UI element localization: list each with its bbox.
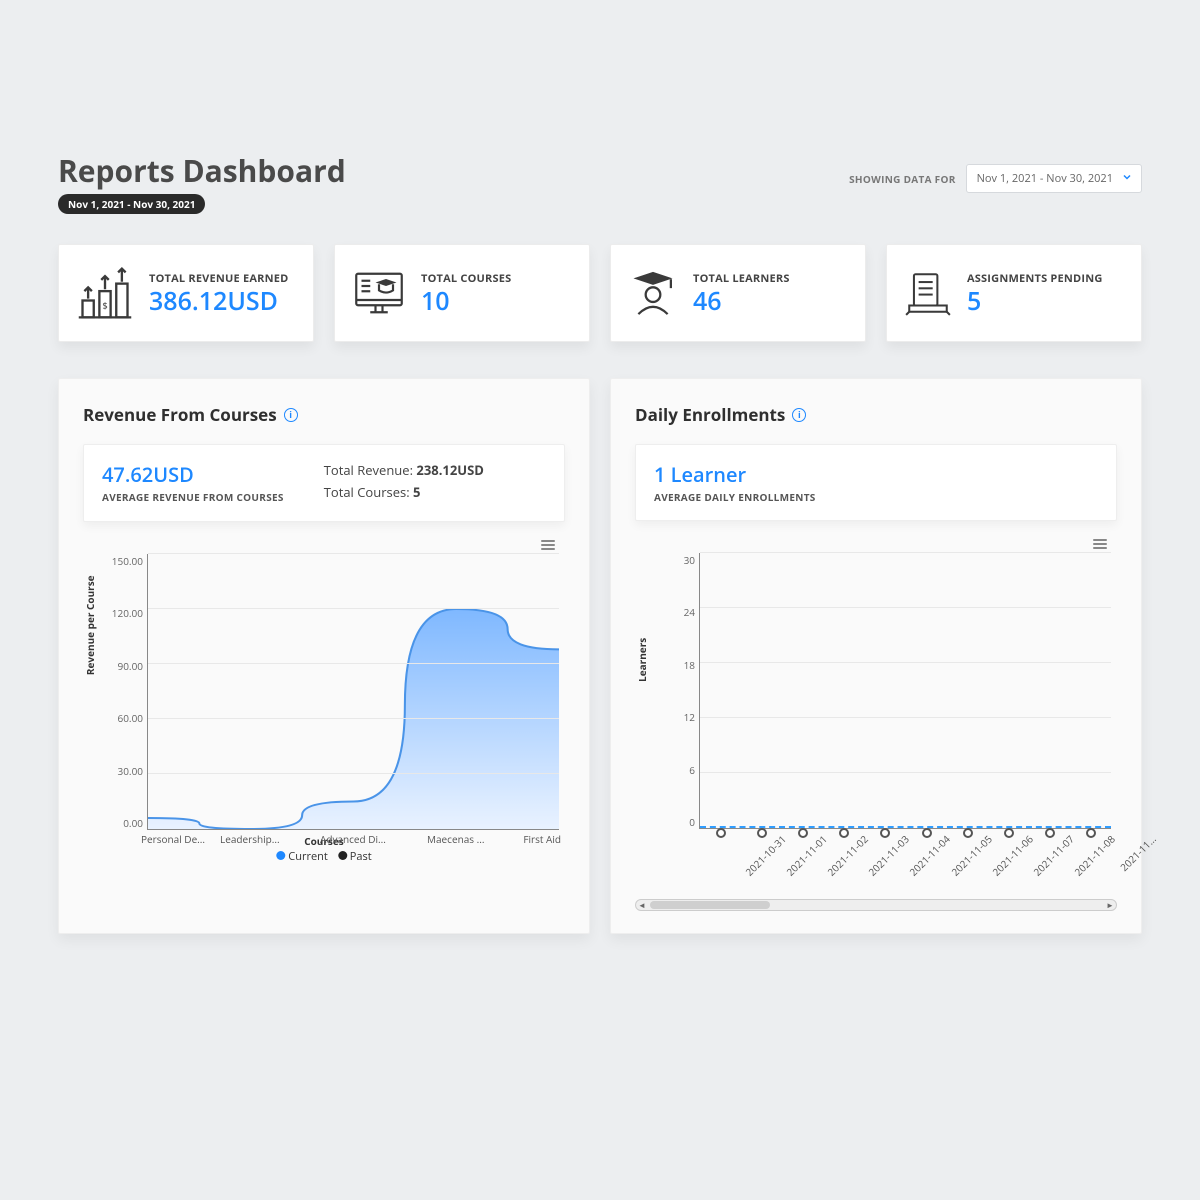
enrollments-chart: Learners 3024181260 2021-10-312021-11-01… bbox=[635, 539, 1117, 869]
chart-menu-icon[interactable] bbox=[541, 538, 555, 552]
yaxis-label: Learners bbox=[635, 638, 649, 682]
stat-value: 46 bbox=[693, 288, 790, 314]
panel-daily-enrollments: Daily Enrollments i 1 Learner AVERAGE DA… bbox=[610, 378, 1142, 934]
monitor-graduation-icon bbox=[351, 265, 407, 321]
panel-title-text: Daily Enrollments bbox=[635, 403, 785, 426]
info-icon[interactable]: i bbox=[284, 408, 298, 422]
stat-label: ASSIGNMENTS PENDING bbox=[967, 271, 1103, 286]
total-revenue-label: Total Revenue: bbox=[324, 461, 413, 479]
horizontal-scrollbar[interactable]: ◄ ► bbox=[635, 899, 1117, 911]
date-range-select[interactable]: Nov 1, 2021 - Nov 30, 2021 bbox=[966, 164, 1142, 193]
total-courses-label: Total Courses: bbox=[324, 483, 410, 501]
stat-total-learners[interactable]: TOTAL LEARNERS 46 bbox=[610, 244, 866, 342]
total-revenue-value: 238.12USD bbox=[416, 461, 483, 479]
avg-enrollments-label: AVERAGE DAILY ENROLLMENTS bbox=[654, 490, 816, 504]
learner-icon bbox=[627, 267, 679, 319]
stat-value: 386.12USD bbox=[149, 288, 259, 314]
panel-revenue-from-courses: Revenue From Courses i 47.62USD AVERAGE … bbox=[58, 378, 590, 934]
total-courses-value: 5 bbox=[413, 483, 420, 501]
page-title: Reports Dashboard bbox=[58, 150, 346, 191]
date-range-pill: Nov 1, 2021 - Nov 30, 2021 bbox=[58, 194, 205, 214]
avg-revenue-value: 47.62USD bbox=[102, 461, 284, 488]
panel-title-text: Revenue From Courses bbox=[83, 403, 277, 426]
yaxis-label: Revenue per Course bbox=[83, 575, 97, 675]
revenue-chart: Revenue per Course 150.00120.0090.0060.0… bbox=[83, 540, 565, 870]
chart-menu-icon[interactable] bbox=[1093, 537, 1107, 551]
stat-value: 5 bbox=[967, 288, 1103, 314]
assignment-icon bbox=[903, 268, 953, 318]
stat-value: 10 bbox=[421, 288, 511, 314]
svg-text:$: $ bbox=[102, 299, 107, 312]
scroll-left-arrow[interactable]: ◄ bbox=[636, 900, 648, 910]
avg-enrollments-value: 1 Learner bbox=[654, 461, 816, 488]
bar-chart-arrow-icon: $ bbox=[75, 263, 135, 323]
stat-total-revenue[interactable]: $ TOTAL REVENUE EARNED 386.12USD bbox=[58, 244, 314, 342]
showing-data-for-label: SHOWING DATA FOR bbox=[849, 172, 956, 186]
avg-revenue-label: AVERAGE REVENUE FROM COURSES bbox=[102, 490, 284, 504]
date-range-value: Nov 1, 2021 - Nov 30, 2021 bbox=[977, 171, 1113, 186]
scroll-right-arrow[interactable]: ► bbox=[1104, 900, 1116, 910]
stat-total-courses[interactable]: TOTAL COURSES 10 bbox=[334, 244, 590, 342]
stat-assignments-pending[interactable]: ASSIGNMENTS PENDING 5 bbox=[886, 244, 1142, 342]
info-icon[interactable]: i bbox=[792, 408, 806, 422]
chart-legend: Current Past bbox=[276, 849, 371, 864]
chevron-down-icon bbox=[1121, 171, 1133, 187]
scrollbar-thumb[interactable] bbox=[650, 901, 770, 909]
